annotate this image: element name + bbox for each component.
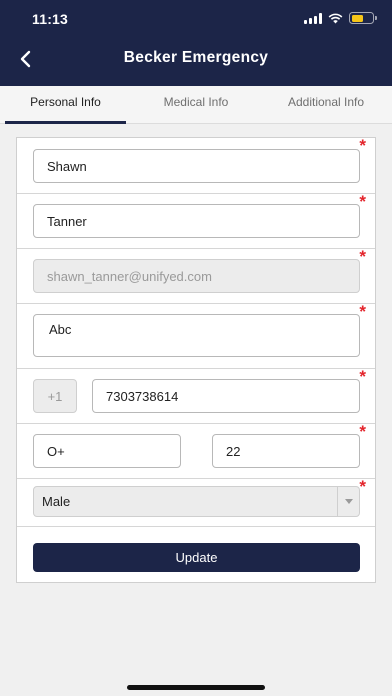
phone-field[interactable]: 7303738614	[92, 379, 360, 413]
battery-icon	[349, 12, 377, 24]
gender-select-value: Male	[42, 494, 71, 509]
tab-bar: Personal Info Medical Info Additional In…	[0, 86, 392, 124]
app-header: 11:13 Becker Emergency	[0, 0, 392, 86]
gender-select[interactable]: Male	[33, 486, 360, 517]
required-marker: *	[359, 247, 366, 266]
page-title: Becker Emergency	[123, 49, 269, 66]
status-time: 11:13	[32, 11, 69, 27]
required-marker: *	[359, 192, 366, 211]
blood-group-field[interactable]: O+	[33, 434, 181, 468]
email-row: * shawn_tanner@unifyed.com	[17, 247, 375, 304]
wifi-icon	[328, 13, 343, 23]
dropdown-caret-icon	[337, 487, 359, 516]
required-marker: *	[359, 136, 366, 155]
required-marker: *	[359, 367, 366, 386]
home-indicator	[127, 685, 265, 690]
cellular-signal-icon	[304, 12, 322, 24]
required-marker: *	[359, 422, 366, 441]
tab-additional-info[interactable]: Additional Info	[266, 86, 386, 124]
tab-personal-info[interactable]: Personal Info	[5, 86, 126, 124]
last-name-field[interactable]: Tanner	[33, 204, 360, 238]
status-icons	[304, 12, 377, 24]
first-name-field[interactable]: Shawn	[33, 149, 360, 183]
phone-row: * +1 7303738614	[17, 367, 375, 424]
address-row: * Abc	[17, 302, 375, 369]
gender-row: * Male	[17, 477, 375, 527]
tab-medical-info[interactable]: Medical Info	[136, 86, 256, 124]
first-name-row: * Shawn	[17, 136, 375, 194]
age-field[interactable]: 22	[212, 434, 360, 468]
active-tab-indicator	[5, 121, 126, 124]
address-textarea[interactable]: Abc	[33, 314, 360, 357]
last-name-row: * Tanner	[17, 192, 375, 249]
blood-age-row: * O+ 22	[17, 422, 375, 479]
country-code-field: +1	[33, 379, 77, 413]
required-marker: *	[359, 477, 366, 496]
required-marker: *	[359, 302, 366, 321]
email-field: shawn_tanner@unifyed.com	[33, 259, 360, 293]
personal-info-form: * Shawn * Tanner * shawn_tanner@unifyed.…	[16, 137, 376, 583]
update-button[interactable]: Update	[33, 543, 360, 572]
